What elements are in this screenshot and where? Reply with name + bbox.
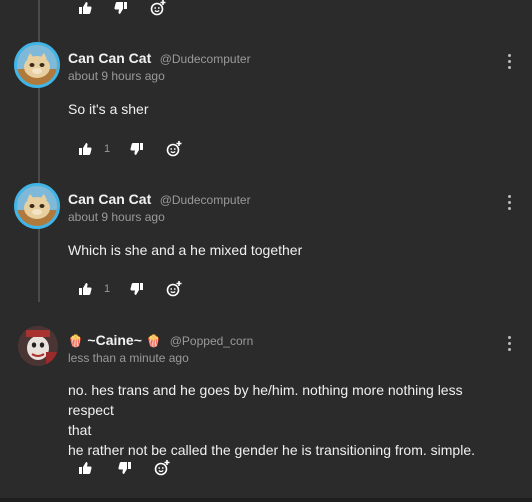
- add-reaction-icon[interactable]: [166, 140, 182, 158]
- avatar[interactable]: [14, 183, 60, 229]
- author-name[interactable]: Can Can Cat: [68, 191, 151, 207]
- add-reaction-icon[interactable]: [150, 0, 166, 17]
- avatar[interactable]: [18, 326, 58, 366]
- author-name[interactable]: ~Caine~: [87, 332, 141, 348]
- popcorn-icon: 🍿: [146, 334, 162, 348]
- popcorn-icon: 🍿: [68, 334, 83, 348]
- thumbs-up-icon[interactable]: [78, 0, 92, 17]
- comment-body: So it's a sher: [68, 101, 149, 117]
- comment-body-line: that: [68, 422, 92, 438]
- author-handle[interactable]: @Dudecomputer: [160, 193, 251, 207]
- comment-body: no. hes trans and he goes by he/him. not…: [68, 380, 498, 460]
- timestamp: less than a minute ago: [68, 351, 189, 365]
- thumbs-up-icon[interactable]: [78, 459, 92, 477]
- comment-body: Which is she and a he mixed together: [68, 242, 303, 258]
- kebab-menu-icon[interactable]: [508, 336, 512, 354]
- comment-actions: 1: [78, 140, 182, 158]
- kebab-menu-icon[interactable]: [508, 54, 512, 72]
- timestamp: about 9 hours ago: [68, 210, 165, 224]
- thumbs-down-icon[interactable]: [130, 280, 144, 298]
- author-handle[interactable]: @Popped_corn: [170, 334, 254, 348]
- thumbs-up-icon[interactable]: [78, 280, 92, 298]
- comment-body-line: no. hes trans and he goes by he/him. not…: [68, 382, 463, 418]
- thumbs-down-icon[interactable]: [114, 0, 128, 17]
- thumbs-down-icon[interactable]: [118, 459, 132, 477]
- author-handle[interactable]: @Dudecomputer: [160, 52, 251, 66]
- like-count: 1: [104, 143, 111, 155]
- add-reaction-icon[interactable]: [166, 280, 182, 298]
- comment-actions: [78, 459, 170, 477]
- comment-body-line: he rather not be called the gender he is…: [68, 442, 476, 458]
- like-count: 1: [104, 283, 111, 295]
- timestamp: about 9 hours ago: [68, 69, 165, 83]
- previous-comment-actions: [78, 0, 166, 16]
- kebab-menu-icon[interactable]: [508, 195, 512, 213]
- add-reaction-icon[interactable]: [154, 459, 170, 477]
- thumbs-up-icon[interactable]: [78, 140, 92, 158]
- author-name[interactable]: Can Can Cat: [68, 50, 151, 66]
- avatar[interactable]: [14, 42, 60, 88]
- divider: [0, 498, 532, 502]
- comment-actions: 1: [78, 280, 182, 298]
- thumbs-down-icon[interactable]: [130, 140, 144, 158]
